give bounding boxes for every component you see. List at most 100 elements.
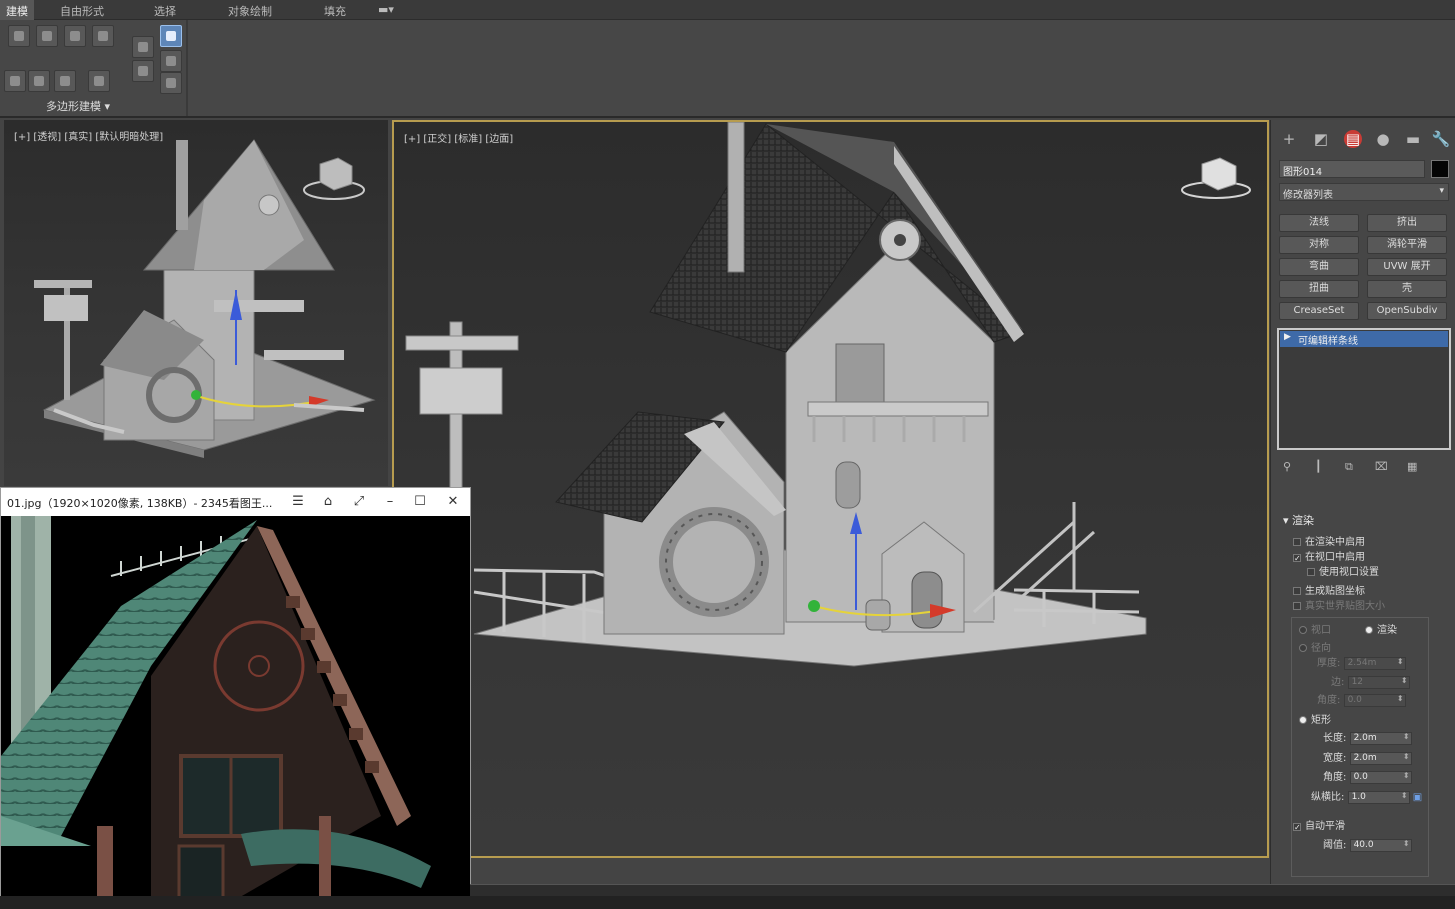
modifier-button-twist[interactable]: 扭曲 <box>1279 280 1359 298</box>
radio-label: 视口 <box>1311 625 1331 636</box>
modifier-button-turbosmooth[interactable]: 涡轮平滑 <box>1367 236 1447 254</box>
radial-angle-spinner[interactable]: 0.0 <box>1343 693 1406 707</box>
ribbon-options-icon[interactable]: ▬▾ <box>378 3 394 16</box>
expand-arrow-icon[interactable]: ▶ <box>1284 332 1291 342</box>
make-unique-icon[interactable]: ⧉ <box>1345 460 1359 474</box>
threshold-spinner[interactable]: 40.0 <box>1349 838 1412 852</box>
rollout-label: 渲染 <box>1292 514 1315 527</box>
ribbon-tool-button[interactable] <box>28 70 50 92</box>
tool-icon <box>14 31 24 41</box>
minimize-icon[interactable]: – <box>379 491 401 513</box>
use-viewport-settings-checkbox[interactable]: 使用视口设置 <box>1307 563 1379 578</box>
orthographic-viewport[interactable]: [+] [正交] [标准] [边面] <box>392 120 1269 858</box>
fullscreen-icon[interactable]: ⤢ <box>348 491 370 513</box>
skin-icon[interactable]: ⌂ <box>317 491 339 513</box>
enable-in-renderer-checkbox[interactable]: 在渲染中启用 <box>1293 533 1365 548</box>
modifier-button-normal[interactable]: 法线 <box>1279 214 1359 232</box>
generate-mapping-coords-checkbox[interactable]: 生成贴图坐标 <box>1293 582 1365 597</box>
radio-dot <box>1299 644 1307 652</box>
create-icon[interactable]: + <box>1279 130 1299 148</box>
tool-icon <box>70 31 80 41</box>
ribbon-tool-button-selected[interactable] <box>160 25 182 47</box>
auto-smooth-checkbox[interactable]: ✓ 自动平滑 <box>1293 817 1345 832</box>
menu-icon[interactable]: ☰ <box>287 491 309 513</box>
ribbon-divider <box>186 20 188 116</box>
modifier-button-shell[interactable]: 壳 <box>1367 280 1447 298</box>
checkmark-icon: ✓ <box>1293 554 1301 563</box>
radial-radio[interactable]: 径向 <box>1299 639 1331 654</box>
hierarchy-icon[interactable]: ▤ <box>1343 130 1363 148</box>
checkbox-label: 在渲染中启用 <box>1305 537 1365 548</box>
perspective-viewport[interactable]: [+] [透视] [真实] [默认明暗处理] <box>4 120 388 486</box>
thickness-spinner[interactable]: 2.54m <box>1343 656 1406 670</box>
modify-icon[interactable]: ◩ <box>1311 130 1331 148</box>
lock-aspect-icon[interactable]: ▣ <box>1413 792 1422 803</box>
tool-icon <box>34 76 44 86</box>
renderer-radio[interactable]: 渲染 <box>1365 621 1397 636</box>
width-spinner[interactable]: 2.0m <box>1349 751 1412 765</box>
maximize-icon[interactable]: ☐ <box>409 491 431 513</box>
show-end-result-icon[interactable]: ┃ <box>1315 460 1329 474</box>
viewcube-icon <box>1181 157 1251 199</box>
ribbon-tool-button[interactable] <box>4 70 26 92</box>
modifier-button-symmetry[interactable]: 对称 <box>1279 236 1359 254</box>
ribbon-tool-button[interactable] <box>88 70 110 92</box>
configure-modifier-sets-icon[interactable]: ▦ <box>1407 460 1421 474</box>
real-world-map-size-checkbox[interactable]: 真实世界贴图大小 <box>1293 597 1385 612</box>
modifier-button-bend[interactable]: 弯曲 <box>1279 258 1359 276</box>
checkbox-box <box>1293 602 1301 610</box>
display-icon[interactable]: ▬ <box>1403 130 1423 148</box>
ribbon-tool-button[interactable] <box>36 25 58 47</box>
tab-selection[interactable]: 选择 <box>154 3 176 19</box>
rendering-rollout-title[interactable]: ▾ 渲染 <box>1283 512 1314 528</box>
checkbox-box <box>1293 587 1301 595</box>
utilities-icon[interactable]: 🔧 <box>1431 130 1451 148</box>
rect-angle-row: 角度: 0.0 <box>1323 768 1412 784</box>
field-label: 边: <box>1331 677 1345 688</box>
ribbon-tool-button[interactable] <box>64 25 86 47</box>
ribbon-tool-button[interactable] <box>92 25 114 47</box>
object-name-field[interactable]: 图形014 <box>1279 160 1425 178</box>
image-viewer-window[interactable]: 01.jpg（1920×1020像素, 138KB）- 2345看图王... ☰… <box>0 487 471 909</box>
close-icon[interactable]: ✕ <box>442 491 464 513</box>
viewport-radio[interactable]: 视口 <box>1299 621 1331 636</box>
ribbon-tool-button[interactable] <box>8 25 30 47</box>
stack-item-editable-spline[interactable]: ▶ 可编辑样条线 <box>1280 331 1448 347</box>
modifier-button-opensubdiv[interactable]: OpenSubdiv <box>1367 302 1447 320</box>
modifier-button-creaseset[interactable]: CreaseSet <box>1279 302 1359 320</box>
tool-icon <box>10 76 20 86</box>
checkbox-label: 使用视口设置 <box>1319 567 1379 578</box>
polygon-modeling-panel-label[interactable]: 多边形建模 ▾ <box>46 98 110 114</box>
stack-item-label: 可编辑样条线 <box>1298 336 1358 347</box>
sides-spinner[interactable]: 12 <box>1347 675 1410 689</box>
checkbox-box <box>1293 538 1301 546</box>
house-model-perspective <box>34 139 376 458</box>
ribbon-tool-button[interactable] <box>160 72 182 94</box>
pin-stack-icon[interactable]: ⚲ <box>1283 460 1297 474</box>
modifier-list-dropdown[interactable]: 修改器列表 ▾ <box>1279 183 1449 201</box>
modifier-stack[interactable]: ▶ 可编辑样条线 <box>1277 328 1451 450</box>
enable-in-viewport-checkbox[interactable]: ✓ 在视口中启用 <box>1293 548 1365 563</box>
motion-icon[interactable]: ● <box>1373 130 1393 148</box>
tool-icon <box>60 76 70 86</box>
ribbon-tool-button[interactable] <box>160 50 182 72</box>
rectangular-radio[interactable]: 矩形 <box>1299 711 1331 726</box>
ribbon-tool-button[interactable] <box>54 70 76 92</box>
checkbox-label: 真实世界贴图大小 <box>1305 601 1385 612</box>
remove-modifier-icon[interactable]: ⌧ <box>1375 460 1389 474</box>
tab-object-paint[interactable]: 对象绘制 <box>228 3 272 19</box>
length-spinner[interactable]: 2.0m <box>1349 731 1412 745</box>
tab-modeling[interactable]: 建模 <box>0 0 34 20</box>
radial-angle-row: 角度: 0.0 <box>1317 691 1406 707</box>
tool-icon <box>42 31 52 41</box>
modifier-button-extrude[interactable]: 挤出 <box>1367 214 1447 232</box>
modifier-button-uvw-unwrap[interactable]: UVW 展开 <box>1367 258 1447 276</box>
ribbon-tool-button[interactable] <box>132 36 154 58</box>
radio-label: 渲染 <box>1377 625 1397 636</box>
rect-angle-spinner[interactable]: 0.0 <box>1349 770 1412 784</box>
tab-populate[interactable]: 填充 <box>324 3 346 19</box>
tab-freeform[interactable]: 自由形式 <box>60 3 104 19</box>
aspect-spinner[interactable]: 1.0 <box>1347 790 1410 804</box>
ribbon-tool-button[interactable] <box>132 60 154 82</box>
object-color-swatch[interactable] <box>1431 160 1449 178</box>
